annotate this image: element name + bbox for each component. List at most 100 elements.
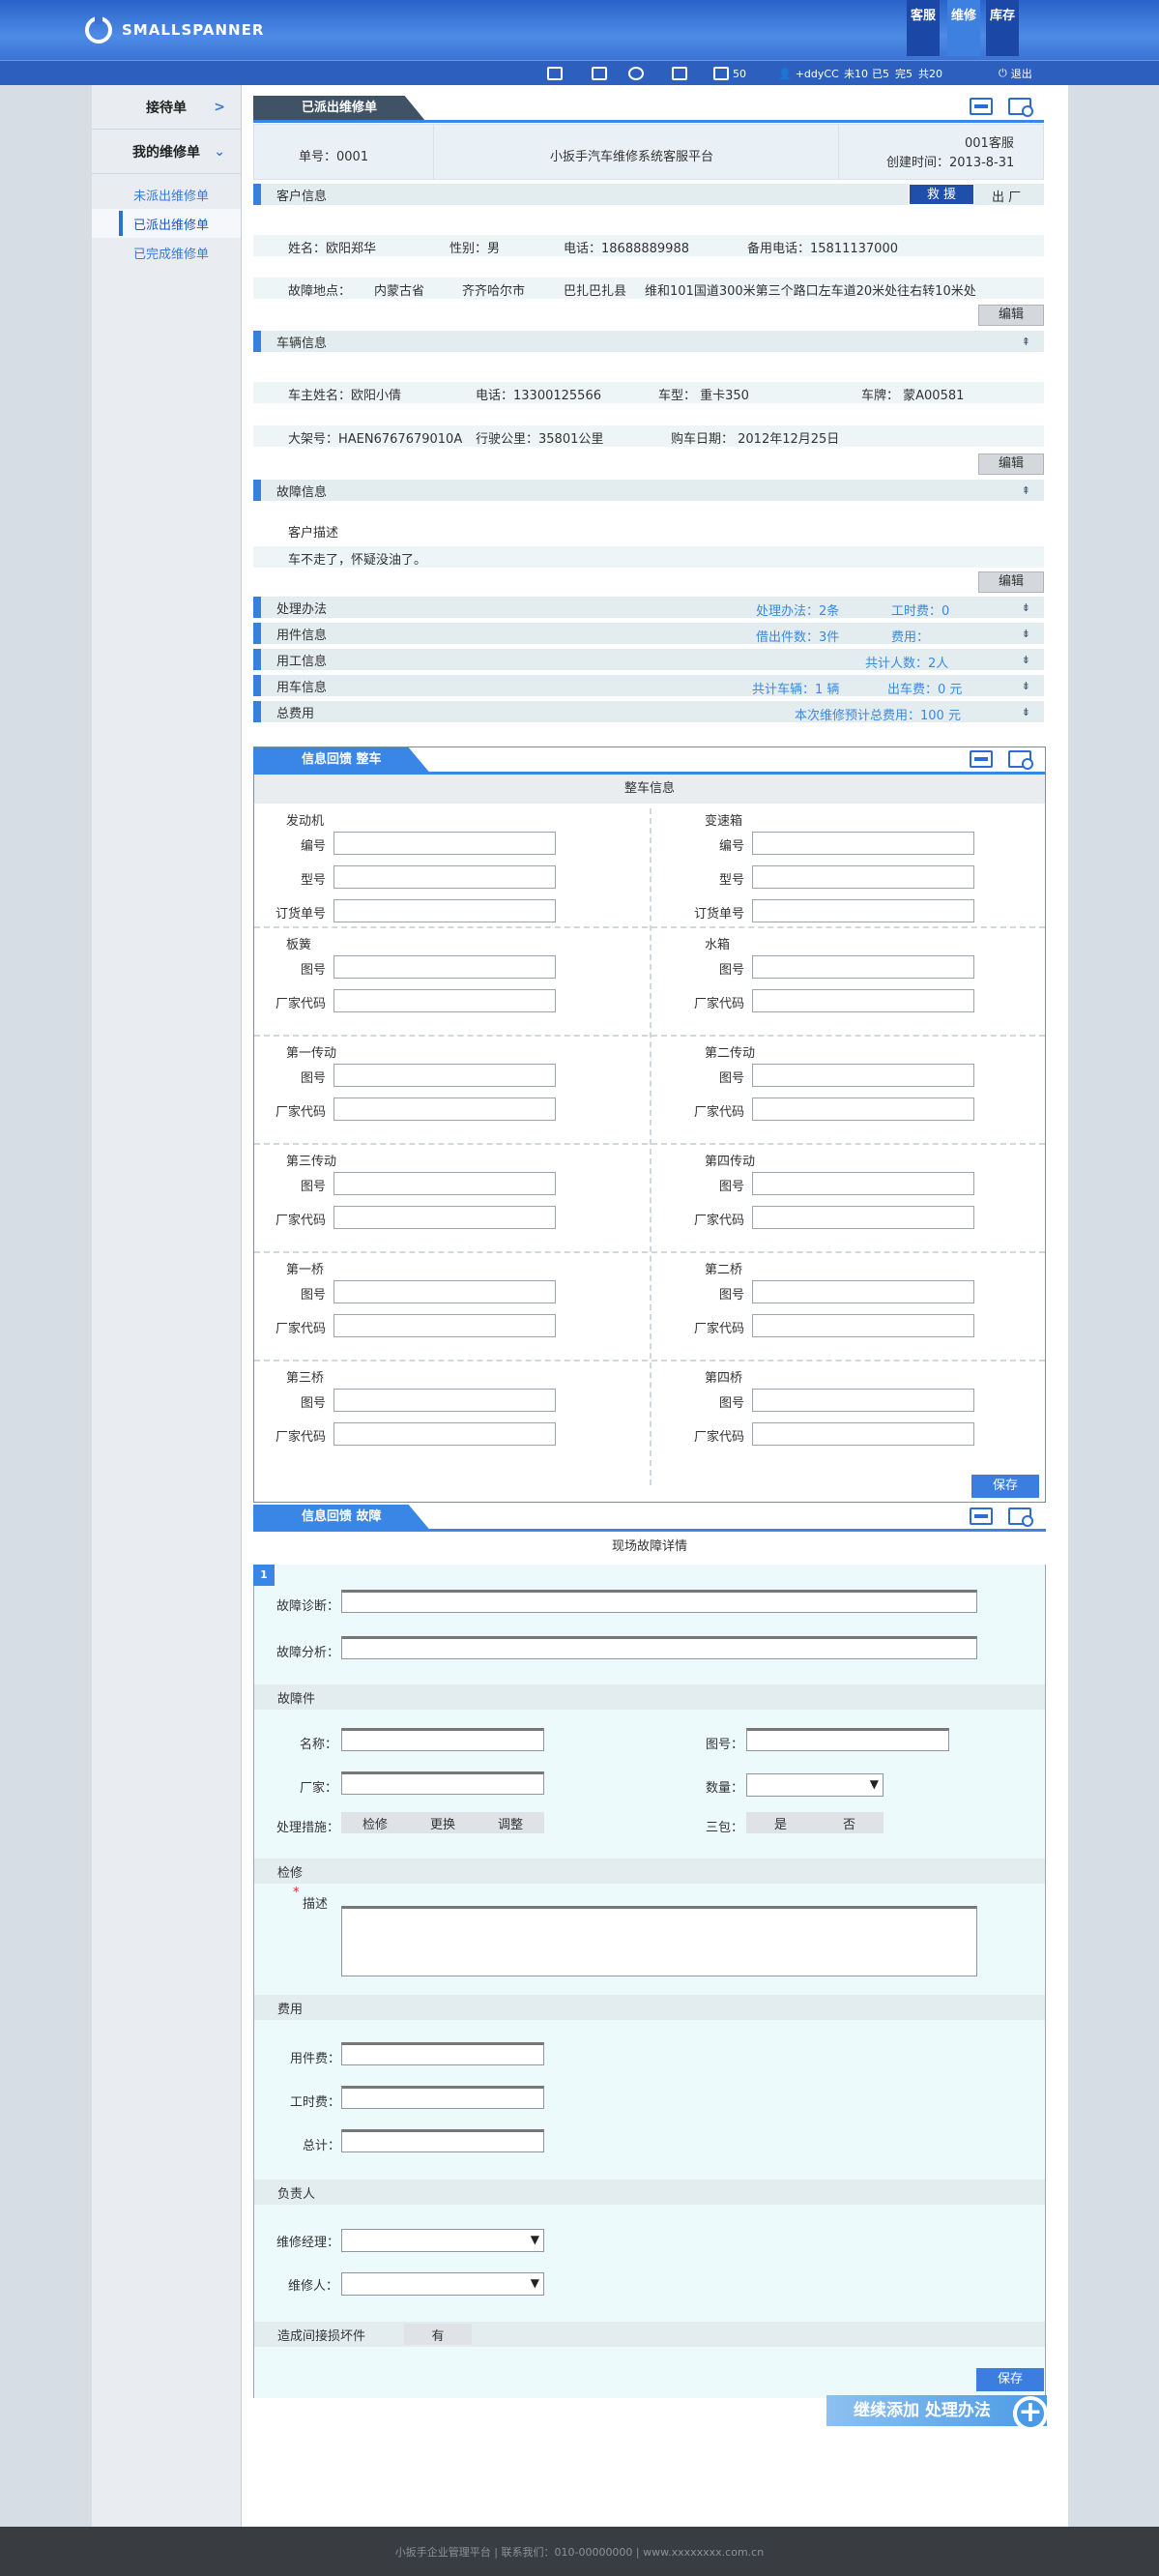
printer-icon[interactable] (970, 1508, 993, 1525)
part-drawing-input[interactable] (746, 1728, 949, 1751)
sidebar-pending-orders[interactable]: 接待单 > (92, 85, 241, 130)
printer-icon[interactable] (970, 98, 993, 115)
depart-button[interactable]: 出 厂 (992, 187, 1021, 205)
quantity-select[interactable] (746, 1773, 884, 1797)
nav-tab-customer-service[interactable]: 客服 (907, 0, 940, 56)
nav-tab-inventory[interactable]: 库存 (986, 0, 1019, 56)
divider (254, 1251, 1045, 1253)
field-input[interactable] (333, 1206, 556, 1229)
part-name-input[interactable] (341, 1728, 544, 1751)
user-name: +ddyCC (795, 67, 839, 80)
tab-vehicle-feedback[interactable]: 信息回馈 整车 (253, 747, 430, 773)
field-input[interactable] (752, 1064, 974, 1087)
trash-icon[interactable] (672, 65, 687, 82)
field-input[interactable] (752, 1280, 974, 1303)
diagnosis-input[interactable] (341, 1590, 977, 1613)
indirect-damage-option[interactable]: 有 (404, 2324, 472, 2345)
brand-logo[interactable]: SMALLSPANNER (85, 15, 264, 44)
user-button[interactable]: 👤 +ddyCC (778, 65, 839, 82)
field-input[interactable] (333, 955, 556, 979)
plus-icon[interactable]: + (1013, 2396, 1048, 2431)
sidebar-my-orders[interactable]: 我的维修单 ⌄ (92, 130, 241, 174)
sidebar-item-sent[interactable]: 已派出维修单 (92, 209, 241, 238)
field-input[interactable] (333, 1314, 556, 1337)
field-input[interactable] (752, 865, 974, 889)
field-input[interactable] (752, 989, 974, 1012)
indirect-damage-row: 造成间接损坏件 (254, 2322, 1045, 2347)
repairer-select[interactable] (341, 2272, 544, 2296)
upload-icon[interactable] (547, 65, 563, 82)
field-input[interactable] (752, 1389, 974, 1412)
nav-tab-repair[interactable]: 维修 (947, 0, 980, 56)
stat-pending[interactable]: 未10 (844, 65, 868, 82)
field-input[interactable] (333, 1098, 556, 1121)
manager-select[interactable] (341, 2229, 544, 2252)
measure-replace-option[interactable]: 更换 (409, 1814, 477, 1832)
part-drawing-label: 图号： (706, 1738, 744, 1752)
section-methods[interactable]: 处理办法 处理办法：2条 工时费：0 ⇟ (253, 597, 1044, 619)
field-label: 图号 (718, 1071, 744, 1086)
save-vehicle-button[interactable]: 保存 (971, 1475, 1039, 1498)
tab-fault-feedback[interactable]: 信息回馈 故障 (253, 1505, 430, 1530)
cost-section-title: 费用 (254, 1995, 1045, 2020)
sidebar-item-unsent[interactable]: 未派出维修单 (92, 180, 241, 209)
field-input[interactable] (333, 1389, 556, 1412)
logout-button[interactable]: ⏻ 退出 (999, 65, 1032, 82)
field-input[interactable] (333, 832, 556, 855)
printer-icon[interactable] (970, 750, 993, 768)
customer-name: 姓名：欧阳郑华 (288, 242, 377, 256)
field-input[interactable] (752, 1206, 974, 1229)
field-input[interactable] (333, 1172, 556, 1195)
field-input[interactable] (752, 1422, 974, 1446)
repair-desc-textarea[interactable] (341, 1906, 977, 1976)
field-input[interactable] (333, 1280, 556, 1303)
section-parts[interactable]: 用件信息 借出件数：3件 费用： ⇟ (253, 623, 1044, 645)
expand-icon: ⇟ (1021, 600, 1030, 614)
field-input[interactable] (333, 1064, 556, 1087)
save-fault-button[interactable]: 保存 (976, 2368, 1044, 2391)
sidebar-item-completed[interactable]: 已完成维修单 (92, 238, 241, 267)
field-input[interactable] (752, 1314, 974, 1337)
warranty-yes-option[interactable]: 是 (746, 1814, 815, 1832)
warranty-no-option[interactable]: 否 (815, 1814, 884, 1832)
total-cost-input[interactable] (341, 2129, 544, 2152)
collapse-icon[interactable]: ⇞ (1022, 336, 1030, 348)
group-title: 第三桥 (286, 1371, 325, 1386)
field-input[interactable] (333, 865, 556, 889)
rescue-button[interactable]: 救 援 (909, 184, 974, 205)
edit-customer-button[interactable]: 编辑 (978, 305, 1044, 326)
analysis-input[interactable] (341, 1636, 977, 1659)
stat-total[interactable]: 共20 (918, 65, 942, 82)
field-input[interactable] (333, 1422, 556, 1446)
section-vehicles[interactable]: 用车信息 共计车辆：1 辆出车费：0 元 ⇟ (253, 675, 1044, 697)
measure-repair-option[interactable]: 检修 (341, 1814, 409, 1832)
edit-fault-button[interactable]: 编辑 (978, 571, 1044, 593)
field-input[interactable] (752, 899, 974, 922)
section-vehicle-info[interactable]: 车辆信息 ⇞ (253, 331, 1044, 352)
labor-cost-input[interactable] (341, 2086, 544, 2109)
parts-cost-input[interactable] (341, 2042, 544, 2065)
measure-adjust-option[interactable]: 调整 (477, 1814, 544, 1832)
part-maker-input[interactable] (341, 1771, 544, 1795)
collapse-icon[interactable]: ⇞ (1022, 484, 1030, 497)
section-total-cost[interactable]: 总费用 本次维修预计总费用：100 元 ⇟ (253, 701, 1044, 723)
field-input[interactable] (752, 832, 974, 855)
field-input[interactable] (752, 955, 974, 979)
print-icon[interactable] (592, 65, 607, 82)
stat-done[interactable]: 完5 (895, 65, 913, 82)
preview-icon[interactable] (1008, 750, 1033, 770)
field-input[interactable] (752, 1172, 974, 1195)
section-fault-info[interactable]: 故障信息 ⇞ (253, 480, 1044, 501)
section-labor[interactable]: 用工信息 共计人数：2人 ⇟ (253, 649, 1044, 671)
messages-button[interactable]: 50 (713, 65, 746, 82)
edit-vehicle-button[interactable]: 编辑 (978, 454, 1044, 475)
field-input[interactable] (333, 989, 556, 1012)
search-icon[interactable] (628, 65, 644, 82)
preview-icon[interactable] (1008, 1508, 1033, 1527)
vehicle-plate: 车牌： 蒙A00581 (861, 389, 965, 403)
tab-sent-orders[interactable]: 已派出维修单 (253, 96, 426, 121)
field-input[interactable] (333, 899, 556, 922)
field-input[interactable] (752, 1098, 974, 1121)
stat-sent[interactable]: 已5 (872, 65, 889, 82)
preview-icon[interactable] (1008, 98, 1033, 117)
